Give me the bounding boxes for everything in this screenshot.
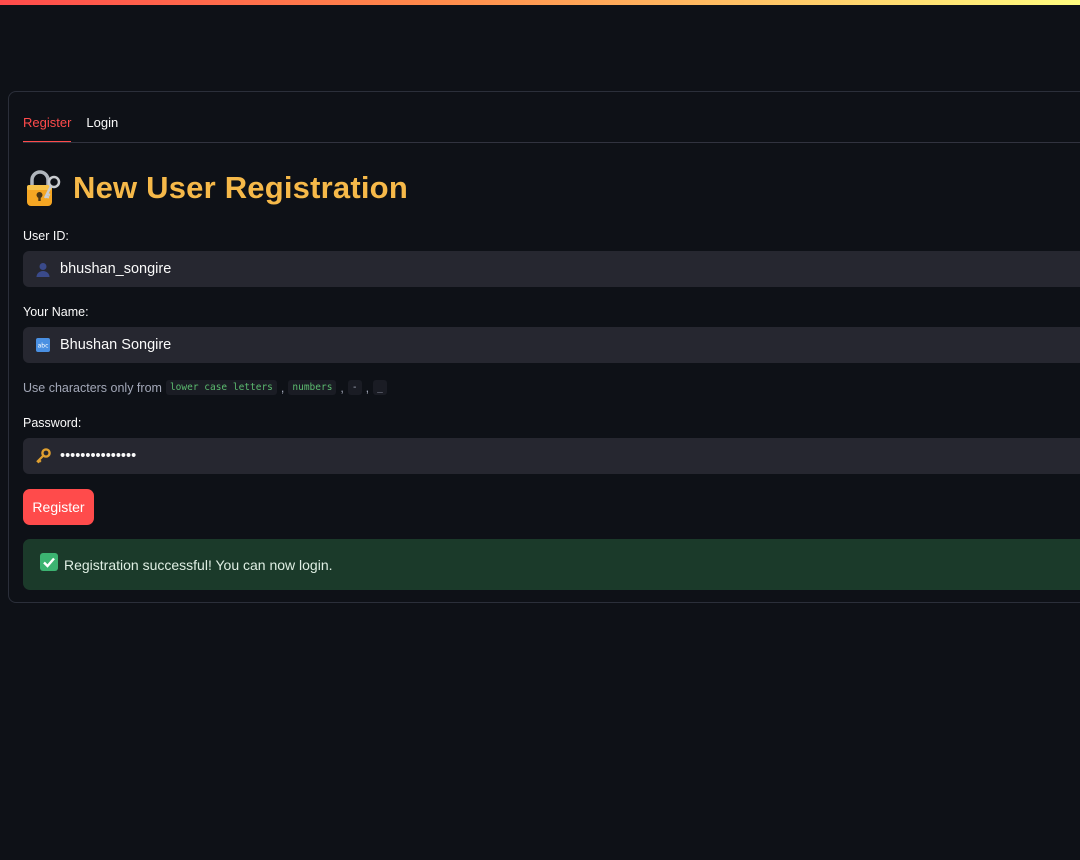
tab-login[interactable]: Login (86, 110, 118, 143)
success-alert: Registration successful! You can now log… (23, 539, 1080, 590)
check-mark-icon (40, 553, 58, 576)
password-input[interactable] (60, 448, 960, 464)
abc-icon: abc (35, 337, 51, 353)
user-id-input[interactable] (60, 261, 960, 277)
hint-token-letters: lower case letters (165, 380, 277, 395)
character-hint: Use characters only from lower case lett… (23, 380, 387, 395)
hint-prefix: Use characters only from (23, 380, 162, 395)
password-field[interactable] (23, 438, 1080, 474)
person-icon (35, 261, 51, 277)
hint-token-numbers: numbers (288, 380, 337, 395)
page-title-text: New User Registration (73, 170, 408, 205)
user-id-field[interactable] (23, 251, 1080, 287)
tab-register[interactable]: Register (23, 110, 72, 143)
hint-separator: , (280, 380, 285, 395)
registration-container: Register Login New User Registration Use… (8, 91, 1080, 603)
tab-bar: Register Login (23, 110, 118, 143)
top-decoration-bar (0, 0, 1080, 5)
hint-separator: , (365, 380, 370, 395)
register-button[interactable]: Register (23, 489, 94, 525)
name-input[interactable] (60, 337, 960, 353)
hint-separator: , (340, 380, 344, 395)
name-label: Your Name: (23, 305, 89, 319)
tab-divider (23, 142, 1080, 143)
hint-token-dash: - (347, 380, 362, 395)
user-id-label: User ID: (23, 229, 69, 243)
success-message: Registration successful! You can now log… (64, 556, 333, 573)
key-icon (35, 448, 51, 464)
name-field[interactable]: abc (23, 327, 1080, 363)
page-title: New User Registration (23, 168, 408, 208)
lock-with-key-icon (23, 168, 61, 208)
hint-token-underscore: _ (373, 380, 387, 395)
password-label: Password: (23, 416, 82, 430)
svg-text:abc: abc (38, 343, 49, 350)
